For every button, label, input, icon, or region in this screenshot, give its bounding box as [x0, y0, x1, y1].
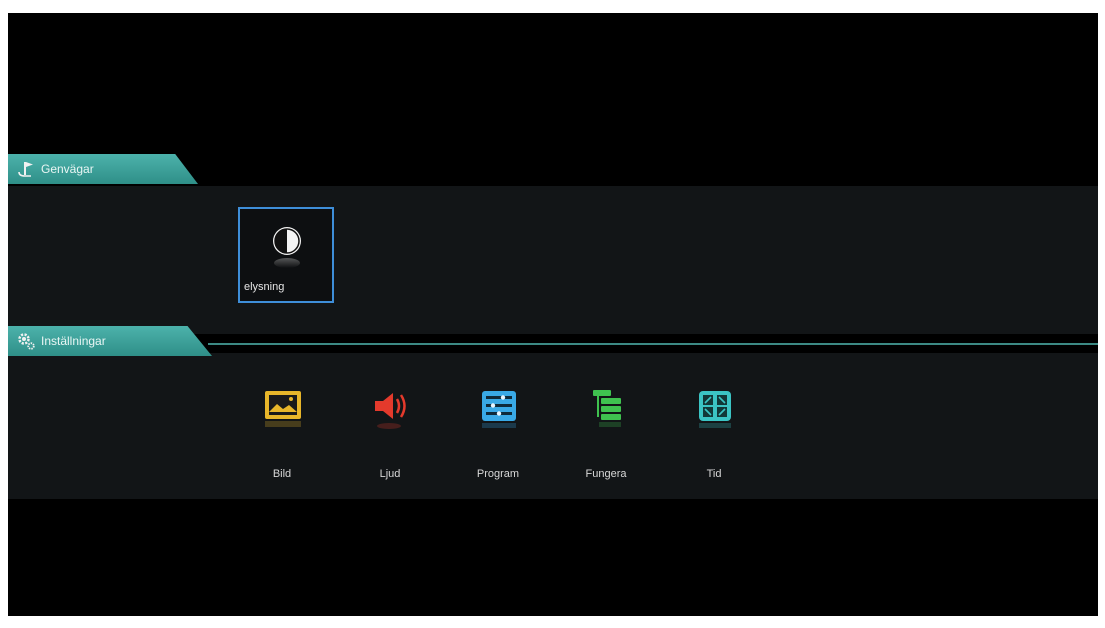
shortcut-tile-backlight[interactable]: elysning	[238, 207, 334, 303]
settings-item-label: Fungera	[585, 468, 627, 480]
channel-list-icon	[479, 388, 519, 432]
tv-settings-screen: Genvägar elysning Inställningar Bild Lju…	[8, 13, 1098, 616]
shortcuts-section-label: Genvägar	[41, 162, 94, 176]
section-divider	[208, 343, 1098, 345]
picture-icon	[263, 388, 303, 432]
shortcuts-band	[8, 186, 1098, 334]
flag-icon	[15, 158, 37, 180]
clock-tiles-icon	[695, 388, 735, 432]
settings-item-picture[interactable]: Bild	[237, 388, 327, 484]
settings-item-program[interactable]: Program	[453, 388, 543, 484]
settings-item-label: Ljud	[379, 468, 401, 480]
gears-icon	[15, 330, 37, 352]
shortcut-label: elysning	[244, 281, 285, 293]
contrast-icon	[265, 223, 309, 271]
speaker-icon	[371, 388, 411, 432]
settings-section-label: Inställningar	[41, 334, 106, 348]
settings-item-sound[interactable]: Ljud	[345, 388, 435, 484]
settings-item-time[interactable]: Tid	[669, 388, 759, 484]
settings-item-label: Bild	[272, 468, 292, 480]
settings-item-label: Tid	[706, 468, 722, 480]
settings-item-function[interactable]: Fungera	[561, 388, 651, 484]
shortcuts-section-tab: Genvägar	[8, 154, 198, 184]
function-list-icon	[587, 388, 627, 432]
settings-section-tab: Inställningar	[8, 326, 212, 356]
settings-band	[8, 353, 1098, 499]
settings-item-label: Program	[476, 468, 520, 480]
